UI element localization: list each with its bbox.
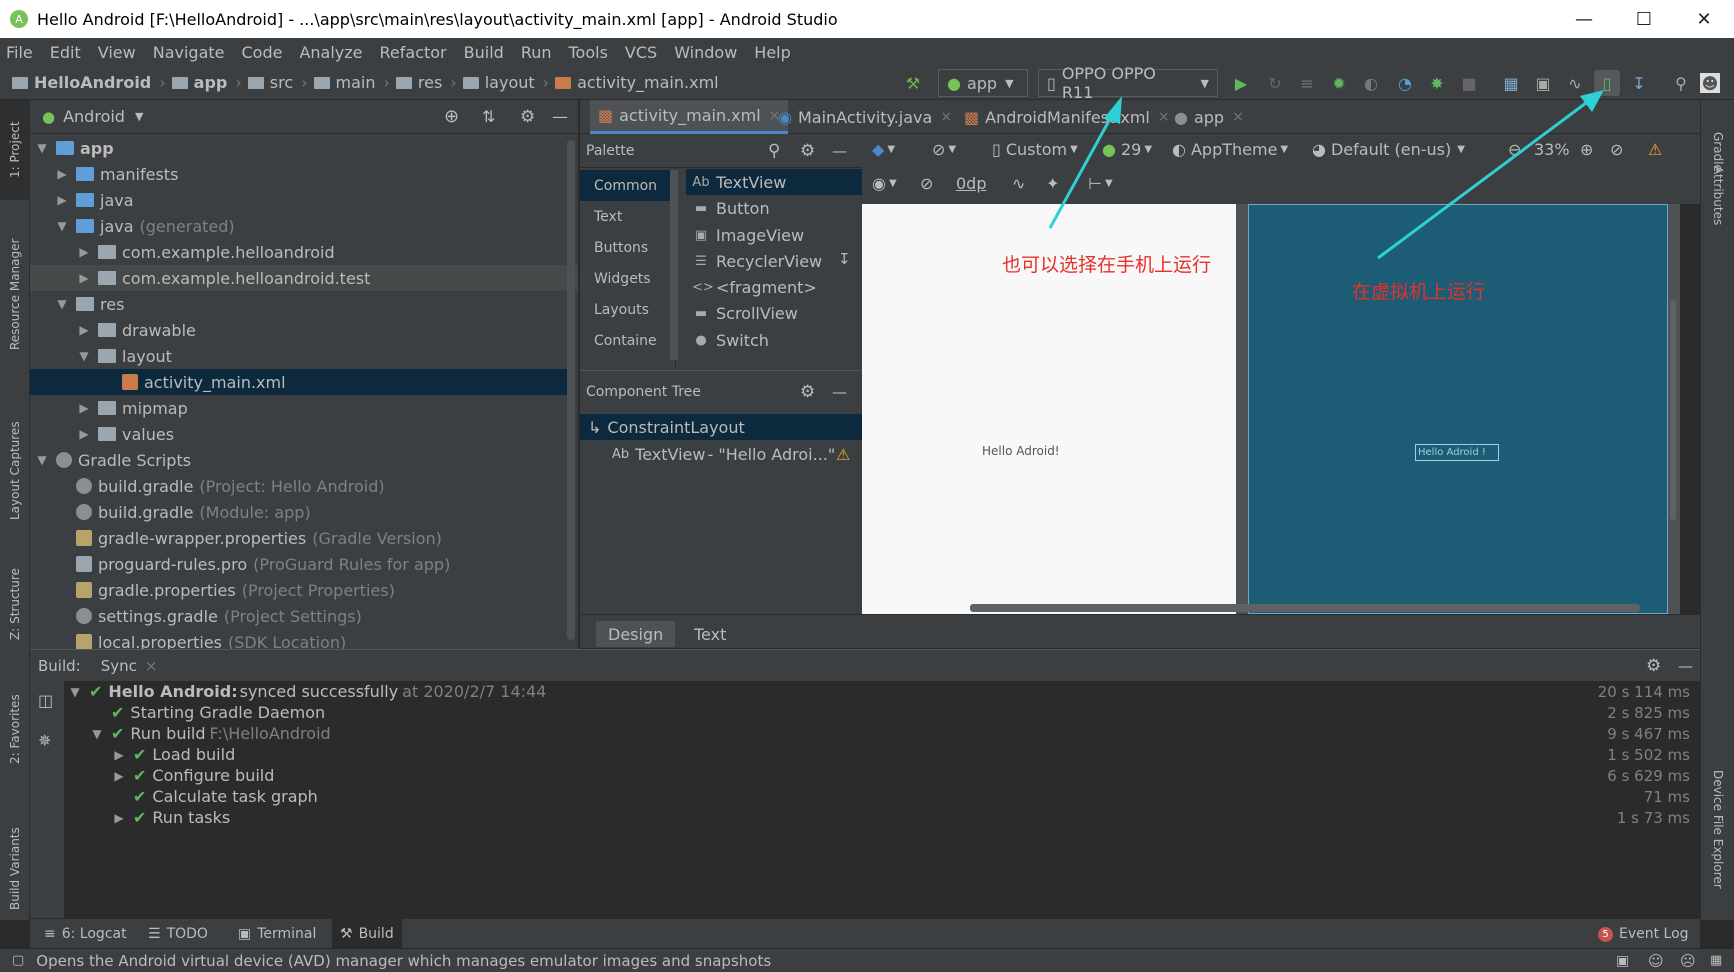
build-time: 6 s 629 ms bbox=[1607, 766, 1690, 785]
logcat-icon: ≡ bbox=[44, 926, 56, 942]
event-count-badge: 5 bbox=[1598, 926, 1613, 942]
sad-face-icon[interactable]: ☹ bbox=[1680, 952, 1696, 970]
terminal-icon: ▣ bbox=[238, 926, 252, 942]
bottom-tool-tabs: ≡ 6: Logcat ☰ TODO ▣ Terminal ⚒ Build 5 Event… bbox=[30, 918, 1700, 949]
tool-tab-event-log[interactable]: 5 Event Log bbox=[1590, 919, 1697, 949]
editor-mode-tabs: Design Text bbox=[580, 614, 862, 648]
build-time: 1 s 502 ms bbox=[1607, 745, 1690, 764]
build-row[interactable]: ▼ ✔ Hello Android: synced successfully at 20… bbox=[67, 681, 546, 702]
check-icon: ✔ bbox=[133, 808, 147, 827]
status-text: Opens the Android virtual device (AVD) m… bbox=[36, 951, 772, 970]
memory-icon[interactable]: ▦ bbox=[1710, 953, 1722, 968]
gear-icon[interactable]: ⚙ bbox=[1646, 656, 1661, 676]
tab-design[interactable]: Design bbox=[596, 621, 676, 647]
arrow-to-device bbox=[1048, 107, 1118, 229]
tool-tab-logcat[interactable]: ≡ 6: Logcat bbox=[36, 919, 135, 949]
tab-sync[interactable]: Sync bbox=[101, 657, 137, 675]
check-icon: ✔ bbox=[133, 745, 147, 764]
build-time: 1 s 73 ms bbox=[1616, 808, 1690, 827]
panel-toggle-icon[interactable]: ▢ bbox=[12, 953, 24, 968]
hide-icon[interactable]: — bbox=[1678, 657, 1693, 675]
toggle-view-icon[interactable]: ◫ bbox=[38, 691, 53, 710]
close-tab-icon[interactable]: × bbox=[145, 657, 158, 675]
check-icon: ✔ bbox=[133, 766, 147, 785]
lock-icon[interactable]: ▣ bbox=[1616, 953, 1629, 969]
chevron-down-icon[interactable]: ▼ bbox=[67, 685, 83, 699]
tool-tab-build[interactable]: ⚒ Build bbox=[332, 919, 402, 949]
pin-icon[interactable]: ✵ bbox=[38, 731, 51, 750]
arrowhead-avd bbox=[1580, 90, 1604, 112]
arrow-to-avd bbox=[1377, 98, 1591, 260]
build-tree: ▼ ✔ Hello Android: synced successfully at 20… bbox=[65, 681, 1700, 918]
chevron-down-icon[interactable]: ▼ bbox=[89, 727, 105, 741]
build-row[interactable]: ▼ ✔ Run build F:\HelloAndroid bbox=[89, 723, 330, 744]
happy-face-icon[interactable]: ☺ bbox=[1648, 952, 1664, 970]
chevron-right-icon[interactable]: ▶ bbox=[111, 769, 127, 783]
check-icon: ✔ bbox=[111, 724, 125, 743]
chevron-right-icon[interactable]: ▶ bbox=[111, 811, 127, 825]
hammer-icon: ⚒ bbox=[340, 926, 353, 942]
status-bar: ▢ Opens the Android virtual device (AVD)… bbox=[0, 948, 1734, 972]
build-label: Build: bbox=[38, 656, 81, 675]
chevron-right-icon[interactable]: ▶ bbox=[111, 748, 127, 762]
check-icon: ✔ bbox=[89, 682, 103, 701]
build-time: 2 s 825 ms bbox=[1607, 703, 1690, 722]
check-icon: ✔ bbox=[111, 703, 125, 722]
build-row[interactable]: ▶ ✔ Configure build bbox=[111, 765, 274, 786]
check-icon: ✔ bbox=[133, 787, 147, 806]
arrowhead-device bbox=[1104, 96, 1122, 124]
build-time: 9 s 467 ms bbox=[1607, 724, 1690, 743]
build-row[interactable]: ✔ Calculate task graph bbox=[133, 786, 318, 807]
build-time: 20 s 114 ms bbox=[1597, 682, 1690, 701]
build-row[interactable]: ▶ ✔ Run tasks bbox=[111, 807, 230, 828]
build-panel-header: Build: Sync × ⚙ — bbox=[30, 649, 1700, 681]
tool-tab-todo[interactable]: ☰ TODO bbox=[140, 919, 216, 949]
build-row[interactable]: ▶ ✔ Load build bbox=[111, 744, 235, 765]
build-time: 71 ms bbox=[1643, 787, 1690, 806]
build-row[interactable]: ✔ Starting Gradle Daemon bbox=[111, 702, 325, 723]
list-icon: ☰ bbox=[148, 926, 161, 942]
design-bottom-bar bbox=[862, 614, 1700, 648]
tab-text[interactable]: Text bbox=[682, 621, 738, 647]
tool-tab-terminal[interactable]: ▣ Terminal bbox=[230, 919, 324, 949]
build-panel-actions: ◫ ✵ bbox=[30, 681, 65, 918]
